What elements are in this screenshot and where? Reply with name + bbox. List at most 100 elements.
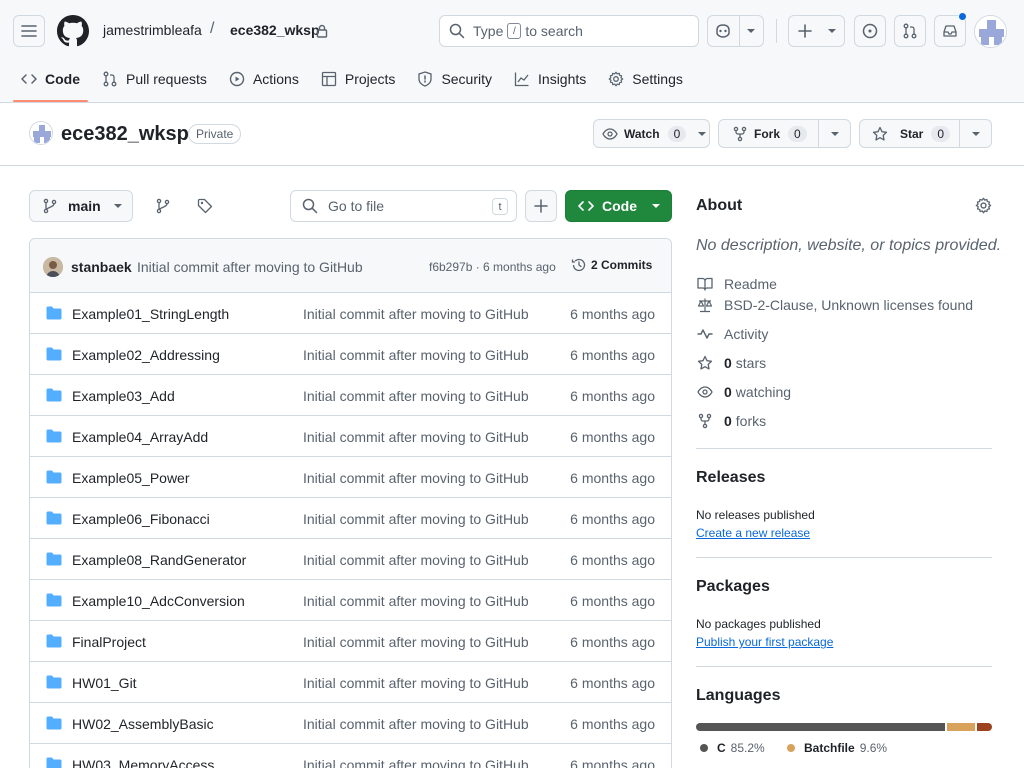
github-logo-icon[interactable] [57, 15, 89, 47]
publish-package-link[interactable]: Publish your first package [696, 635, 833, 649]
chevron-down-icon [113, 203, 123, 209]
file-commit-message[interactable]: Initial commit after moving to GitHub [303, 593, 529, 609]
breadcrumb-owner-link[interactable]: jamestrimbleafa [103, 22, 202, 38]
stars-link[interactable]: 0 stars [696, 355, 766, 371]
gear-icon[interactable] [975, 197, 992, 214]
file-name[interactable]: Example08_RandGenerator [72, 552, 246, 568]
issues-button[interactable] [854, 15, 886, 47]
file-commit-message[interactable]: Initial commit after moving to GitHub [303, 675, 529, 691]
file-row[interactable]: Example01_StringLength Initial commit aft… [30, 293, 671, 334]
search-icon [302, 198, 318, 214]
file-row[interactable]: Example06_Fibonacci Initial commit after … [30, 498, 671, 539]
tab-code[interactable]: Code [11, 62, 90, 102]
file-commit-age: 6 months ago [570, 429, 655, 445]
file-commit-message[interactable]: Initial commit after moving to GitHub [303, 716, 529, 732]
file-row[interactable]: Example04_ArrayAdd Initial commit after m… [30, 416, 671, 457]
packages-heading[interactable]: Packages [696, 578, 770, 596]
file-name[interactable]: Example01_StringLength [72, 306, 229, 322]
file-commit-message[interactable]: Initial commit after moving to GitHub [303, 552, 529, 568]
breadcrumb-repo-link[interactable]: ece382_wksp [230, 22, 320, 38]
book-icon [696, 276, 714, 292]
file-commit-message[interactable]: Initial commit after moving to GitHub [303, 757, 529, 768]
hamburger-menu-button[interactable] [13, 15, 45, 47]
code-dropdown-button[interactable]: Code [565, 190, 672, 222]
file-commit-message[interactable]: Initial commit after moving to GitHub [303, 470, 529, 486]
folder-icon [46, 552, 62, 566]
about-heading: About [696, 197, 743, 214]
folder-icon [46, 511, 62, 525]
tab-projects[interactable]: Projects [311, 62, 406, 96]
create-new-button[interactable] [788, 15, 845, 47]
file-row[interactable]: Example02_Addressing Initial commit after… [30, 334, 671, 375]
branch-selector[interactable]: main [29, 190, 133, 222]
readme-link[interactable]: Readme [696, 276, 777, 292]
watch-button[interactable]: Watch 0 [593, 119, 710, 148]
activity-link[interactable]: Activity [696, 326, 768, 342]
language-legend-batchfile[interactable]: Batchfile 9.6% [787, 741, 887, 755]
star-button[interactable]: Star 0 [859, 119, 992, 148]
file-row[interactable]: HW03_MemoryAccess Initial commit after mo… [30, 744, 671, 768]
file-commit-message[interactable]: Initial commit after moving to GitHub [303, 306, 529, 322]
file-commit-message[interactable]: Initial commit after moving to GitHub [303, 511, 529, 527]
global-search-input[interactable]: Type / to search [439, 15, 699, 47]
repo-name[interactable]: ece382_wksp [61, 123, 189, 146]
file-commit-message[interactable]: Initial commit after moving to GitHub [303, 634, 529, 650]
file-name[interactable]: HW02_AssemblyBasic [72, 716, 214, 732]
owner-avatar[interactable] [29, 121, 53, 145]
branches-button[interactable] [147, 190, 179, 222]
create-release-link[interactable]: Create a new release [696, 526, 810, 540]
file-row[interactable]: HW02_AssemblyBasic Initial commit after m… [30, 703, 671, 744]
copilot-button[interactable] [707, 15, 764, 47]
file-commit-age: 6 months ago [570, 470, 655, 486]
commits-history-link[interactable]: 2 Commits [571, 257, 652, 273]
file-name[interactable]: Example10_AdcConversion [72, 593, 245, 609]
commit-author-avatar[interactable] [43, 257, 63, 277]
readme-label: Readme [724, 276, 777, 292]
commit-message[interactable]: Initial commit after moving to GitHub [137, 259, 363, 275]
file-row[interactable]: HW01_Git Initial commit after moving to G… [30, 662, 671, 703]
pull-requests-button[interactable] [894, 15, 926, 47]
language-legend-c[interactable]: C 85.2% [700, 741, 765, 755]
file-row[interactable]: FinalProject Initial commit after moving … [30, 621, 671, 662]
tab-settings[interactable]: Settings [598, 62, 693, 96]
tab-insights[interactable]: Insights [504, 62, 596, 96]
folder-icon [46, 675, 62, 689]
chevron-down-icon[interactable] [960, 120, 991, 147]
file-row[interactable]: Example10_AdcConversion Initial commit af… [30, 580, 671, 621]
file-name[interactable]: Example05_Power [72, 470, 190, 486]
tags-button[interactable] [189, 190, 221, 222]
file-commit-message[interactable]: Initial commit after moving to GitHub [303, 429, 529, 445]
file-row[interactable]: Example03_Add Initial commit after moving… [30, 375, 671, 416]
file-commit-age: 6 months ago [570, 388, 655, 404]
chevron-down-icon [651, 203, 661, 209]
language-bar-segment [976, 723, 992, 731]
file-commit-message[interactable]: Initial commit after moving to GitHub [303, 388, 529, 404]
add-file-button[interactable] [525, 190, 557, 222]
file-commit-message[interactable]: Initial commit after moving to GitHub [303, 347, 529, 363]
fork-button[interactable]: Fork 0 [718, 119, 851, 148]
repo-title-bar: ece382_wksp Private Watch 0 Fork 0 Star … [0, 103, 1024, 166]
file-name[interactable]: Example02_Addressing [72, 347, 220, 363]
commit-author[interactable]: stanbaek [71, 259, 132, 275]
license-link[interactable]: BSD-2-Clause, Unknown licenses found [696, 297, 973, 313]
tab-pull-requests[interactable]: Pull requests [92, 62, 217, 96]
file-name[interactable]: HW03_MemoryAccess [72, 757, 214, 768]
go-to-file-input[interactable]: Go to file t [290, 190, 517, 222]
file-row[interactable]: Example08_RandGenerator Initial commit af… [30, 539, 671, 580]
file-name[interactable]: Example06_Fibonacci [72, 511, 210, 527]
releases-heading[interactable]: Releases [696, 469, 765, 487]
tab-security[interactable]: Security [407, 62, 502, 96]
plus-icon [534, 199, 548, 213]
file-name[interactable]: Example04_ArrayAdd [72, 429, 208, 445]
tab-actions[interactable]: Actions [219, 62, 309, 96]
file-name[interactable]: FinalProject [72, 634, 146, 650]
user-avatar[interactable] [974, 15, 1007, 48]
law-icon [696, 297, 714, 313]
watchers-link[interactable]: 0 watching [696, 384, 791, 400]
file-name[interactable]: Example03_Add [72, 388, 175, 404]
file-name[interactable]: HW01_Git [72, 675, 137, 691]
commit-meta[interactable]: f6b297b · 6 months ago [429, 260, 556, 274]
forks-link[interactable]: 0 forks [696, 413, 766, 429]
chevron-down-icon[interactable] [819, 120, 850, 147]
file-row[interactable]: Example05_Power Initial commit after movi… [30, 457, 671, 498]
